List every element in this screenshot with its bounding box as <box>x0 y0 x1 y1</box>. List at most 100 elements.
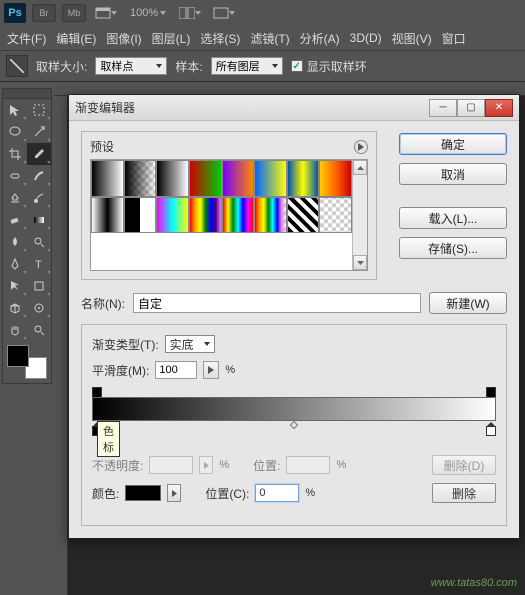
zoom-tool[interactable] <box>27 319 51 341</box>
wand-tool[interactable] <box>27 121 51 143</box>
color-stop-right[interactable] <box>486 426 496 436</box>
sample-select[interactable]: 所有图层 <box>211 57 283 75</box>
zoom-level[interactable]: 100% <box>130 7 166 19</box>
type-tool[interactable]: T <box>27 253 51 275</box>
presets-scrollbar[interactable] <box>352 160 367 270</box>
smoothness-input[interactable] <box>155 361 197 379</box>
maximize-button[interactable]: ▢ <box>457 99 485 117</box>
preset-swatch[interactable] <box>124 160 157 197</box>
preset-swatch[interactable] <box>124 197 157 234</box>
sample-size-label: 取样大小: <box>36 58 87 75</box>
menu-analysis[interactable]: 分析(A) <box>295 30 345 47</box>
minimize-button[interactable]: ─ <box>429 99 457 117</box>
svg-text:T: T <box>35 259 42 270</box>
brush-tool[interactable] <box>27 165 51 187</box>
menu-select[interactable]: 选择(S) <box>195 30 245 47</box>
preset-swatch[interactable] <box>254 197 287 234</box>
foreground-color[interactable] <box>7 345 29 367</box>
move-tool[interactable] <box>3 99 27 121</box>
lasso-tool[interactable] <box>3 121 27 143</box>
dodge-tool[interactable] <box>27 231 51 253</box>
opacity-stop-left[interactable] <box>92 387 102 397</box>
gradient-type-select[interactable]: 实底 <box>165 335 215 353</box>
gradient-bar[interactable] <box>92 397 496 421</box>
preset-swatch[interactable] <box>319 160 352 197</box>
load-button[interactable]: 载入(L)... <box>399 207 507 229</box>
preset-swatch[interactable] <box>222 160 255 197</box>
show-ring-checkbox[interactable]: ✓ 显示取样环 <box>291 58 367 75</box>
stamp-tool[interactable] <box>3 187 27 209</box>
color-stepper[interactable] <box>167 484 181 502</box>
sample-size-select[interactable]: 取样点 <box>95 57 167 75</box>
cancel-button[interactable]: 取消 <box>399 163 507 185</box>
current-tool-icon[interactable] <box>6 55 28 77</box>
3d-camera-tool[interactable] <box>27 297 51 319</box>
crop-tool[interactable] <box>3 143 27 165</box>
scroll-down-icon[interactable] <box>353 255 367 270</box>
close-button[interactable]: ✕ <box>485 99 513 117</box>
save-button[interactable]: 存储(S)... <box>399 237 507 259</box>
screenmode-button[interactable] <box>92 3 120 23</box>
blur-tool[interactable] <box>3 231 27 253</box>
eraser-tool[interactable] <box>3 209 27 231</box>
dialog-titlebar[interactable]: 渐变编辑器 ─ ▢ ✕ <box>69 95 519 121</box>
preset-swatch[interactable] <box>156 160 189 197</box>
opacity-stop-right[interactable] <box>486 387 496 397</box>
preset-swatch[interactable] <box>91 197 124 234</box>
smoothness-stepper[interactable] <box>203 361 219 379</box>
menubar[interactable]: 文件(F) 编辑(E) 图像(I) 图层(L) 选择(S) 滤镜(T) 分析(A… <box>0 26 525 50</box>
arrange-button[interactable] <box>176 3 204 23</box>
gradient-tool[interactable] <box>27 209 51 231</box>
3d-tool[interactable] <box>3 297 27 319</box>
menu-file[interactable]: 文件(F) <box>2 30 51 47</box>
opacity-label: 不透明度: <box>92 457 143 474</box>
preset-swatch[interactable] <box>287 160 320 197</box>
shape-tool[interactable] <box>27 275 51 297</box>
preset-swatch[interactable] <box>319 197 352 234</box>
menu-edit[interactable]: 编辑(E) <box>51 30 101 47</box>
menu-image[interactable]: 图像(I) <box>101 30 146 47</box>
gradient-bar-area[interactable]: 色标 <box>92 387 496 435</box>
heal-tool[interactable] <box>3 165 27 187</box>
eyedropper-tool[interactable] <box>27 143 51 165</box>
name-label: 名称(N): <box>81 295 125 312</box>
name-input[interactable] <box>133 293 421 313</box>
chevron-down-icon <box>111 11 117 15</box>
position-c-input[interactable] <box>255 484 299 502</box>
color-stop-left[interactable]: 色标 <box>92 426 102 436</box>
preset-swatch[interactable] <box>287 197 320 234</box>
ok-button[interactable]: 确定 <box>399 133 507 155</box>
minibridge-button[interactable]: Mb <box>62 4 86 22</box>
menu-view[interactable]: 视图(V) <box>387 30 437 47</box>
color-swatches[interactable] <box>3 341 51 383</box>
history-brush-tool[interactable] <box>27 187 51 209</box>
presets-grid[interactable] <box>91 160 352 270</box>
path-select-tool[interactable] <box>3 275 27 297</box>
toolbox-grip[interactable] <box>3 89 51 99</box>
preset-swatch[interactable] <box>91 160 124 197</box>
marquee-tool[interactable] <box>27 99 51 121</box>
menu-3d[interactable]: 3D(D) <box>345 31 387 45</box>
menu-window[interactable]: 窗口 <box>437 30 471 47</box>
color-label: 颜色: <box>92 485 119 502</box>
pen-tool[interactable] <box>3 253 27 275</box>
menu-layer[interactable]: 图层(L) <box>147 30 196 47</box>
bridge-button[interactable]: Br <box>32 4 56 22</box>
chevron-down-icon <box>160 11 166 15</box>
scroll-track[interactable] <box>353 175 367 255</box>
midpoint-handle[interactable] <box>290 421 298 429</box>
preset-swatch[interactable] <box>189 197 222 234</box>
scroll-up-icon[interactable] <box>353 160 367 175</box>
preset-swatch[interactable] <box>254 160 287 197</box>
options-bar: 取样大小: 取样点 样本: 所有图层 ✓ 显示取样环 <box>0 50 525 82</box>
preset-swatch[interactable] <box>222 197 255 234</box>
preset-swatch[interactable] <box>189 160 222 197</box>
presets-menu-button[interactable] <box>354 140 368 154</box>
menu-filter[interactable]: 滤镜(T) <box>245 30 294 47</box>
hand-tool[interactable] <box>3 319 27 341</box>
delete-color-stop-button[interactable]: 删除 <box>432 483 496 503</box>
extras-button[interactable] <box>210 3 238 23</box>
new-button[interactable]: 新建(W) <box>429 292 507 314</box>
preset-swatch[interactable] <box>156 197 189 234</box>
color-well[interactable] <box>125 485 161 501</box>
